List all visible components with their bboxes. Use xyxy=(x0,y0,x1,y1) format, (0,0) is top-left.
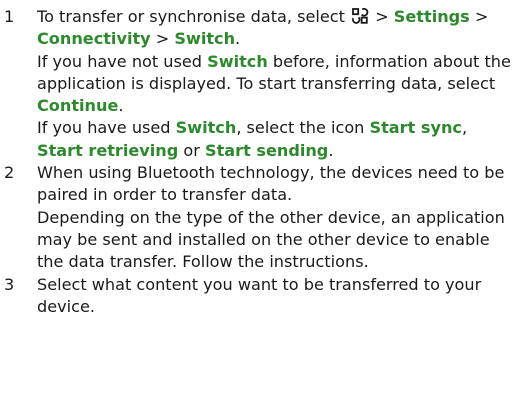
text: . xyxy=(235,29,241,49)
step-number: 2 xyxy=(4,163,15,183)
switch-keyword: Switch xyxy=(174,29,236,49)
start-retrieving-keyword: Start retrieving xyxy=(37,140,179,160)
text: . xyxy=(328,140,334,160)
text: , xyxy=(461,118,468,138)
start-sync-keyword: Start sync xyxy=(369,118,462,138)
step-2-paragraph-2: Depending on the type of the other devic… xyxy=(37,207,505,272)
text: , select the icon xyxy=(236,118,370,138)
text: > xyxy=(150,29,175,49)
text: To transfer or synchronise data, select xyxy=(37,7,351,26)
text: > xyxy=(469,7,489,26)
text: > xyxy=(370,7,394,26)
step-1-paragraph-3: If you have used Switch, select the icon… xyxy=(37,117,514,162)
step-1: 1 To transfer or synchronise data, selec… xyxy=(0,6,518,162)
switch-keyword: Switch xyxy=(207,51,268,71)
text: or xyxy=(178,140,205,160)
document-page: 1 To transfer or synchronise data, selec… xyxy=(0,0,518,401)
step-1-paragraph-1: To transfer or synchronise data, select … xyxy=(37,6,514,51)
menu-icon xyxy=(352,7,369,24)
settings-keyword: Settings xyxy=(393,7,470,26)
text: . xyxy=(118,96,124,116)
step-3-paragraph-1: Select what content you want to be trans… xyxy=(37,274,482,316)
instruction-steps: 1 To transfer or synchronise data, selec… xyxy=(0,6,518,318)
step-number: 3 xyxy=(4,274,15,294)
switch-keyword: Switch xyxy=(175,118,237,138)
start-sending-keyword: Start sending xyxy=(204,140,329,160)
step-number: 1 xyxy=(4,7,15,26)
step-2: 2 When using Bluetooth technology, the d… xyxy=(0,162,518,273)
text: If you have used xyxy=(37,118,176,138)
continue-keyword: Continue xyxy=(37,96,119,116)
step-2-paragraph-1: When using Bluetooth technology, the dev… xyxy=(37,163,505,205)
step-1-paragraph-2: If you have not used Switch before, info… xyxy=(37,51,514,118)
step-3: 3 Select what content you want to be tra… xyxy=(0,274,518,319)
connectivity-keyword: Connectivity xyxy=(37,29,151,49)
text: If you have not used xyxy=(37,51,208,71)
